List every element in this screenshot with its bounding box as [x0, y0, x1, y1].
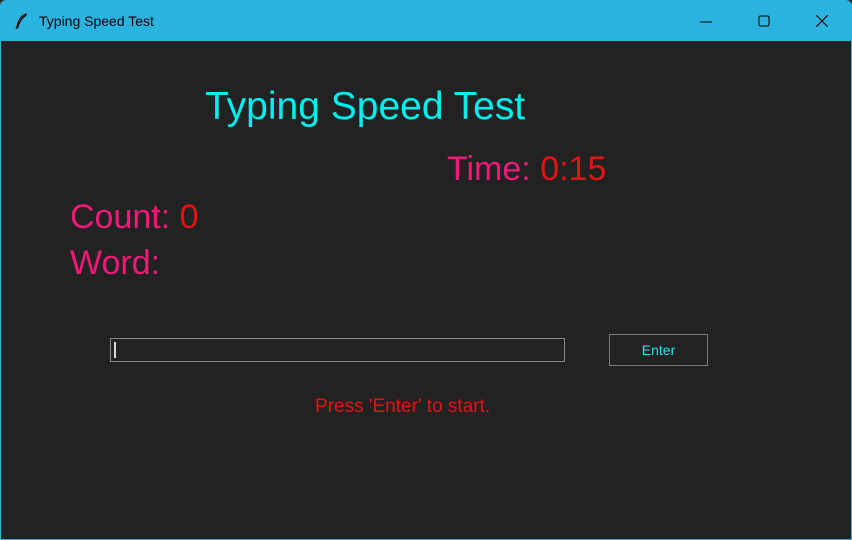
- word-label: Word:: [70, 244, 161, 282]
- status-message: Press 'Enter' to start.: [315, 396, 491, 417]
- typing-input[interactable]: [110, 338, 565, 362]
- text-caret: [114, 342, 116, 358]
- title-bar[interactable]: Typing Speed Test: [1, 1, 851, 41]
- count-label: Count:: [70, 198, 171, 236]
- time-value: 0:15: [540, 150, 607, 188]
- app-window: Typing Speed Test Typing Speed Test Time…: [0, 0, 852, 540]
- count-value: 0: [179, 198, 199, 236]
- maximize-icon: [758, 15, 770, 27]
- minimize-button[interactable]: [677, 1, 735, 41]
- word-display: Word:: [70, 243, 160, 283]
- time-display: Time: 0:15: [447, 149, 606, 189]
- count-display: Count: 0: [70, 197, 199, 237]
- maximize-button[interactable]: [735, 1, 793, 41]
- close-button[interactable]: [793, 1, 851, 41]
- feather-icon: [13, 12, 31, 30]
- window-title: Typing Speed Test: [39, 13, 154, 29]
- enter-button[interactable]: Enter: [609, 334, 708, 366]
- time-label: Time:: [447, 150, 531, 188]
- close-icon: [816, 15, 828, 27]
- minimize-icon: [700, 21, 712, 23]
- page-title: Typing Speed Test: [205, 85, 526, 128]
- app-content: Typing Speed Test Time: 0:15 Count: 0 Wo…: [1, 41, 851, 539]
